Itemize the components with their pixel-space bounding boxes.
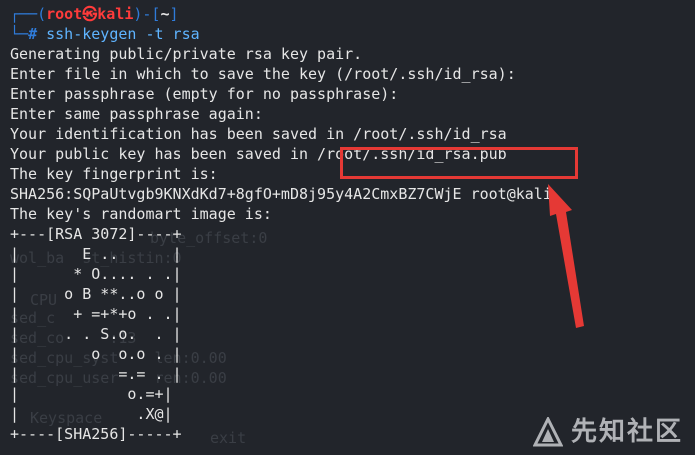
prompt-frame-top: ┌──( (10, 5, 47, 23)
output-line: The key's randomart image is: (10, 205, 272, 223)
output-line-fingerprint: SHA256:SQPaUtvgb9KNXdKd7+8gfO+mD8j95y4A2… (10, 185, 552, 203)
watermark-text: 先知社区 (570, 417, 683, 447)
prompt-line-top: ┌──(root㉿kali)-[~] (10, 4, 695, 24)
randomart-line: | o B **..o o | (10, 285, 182, 303)
output-line: Enter passphrase (empty for no passphras… (10, 85, 399, 103)
output-line: Enter same passphrase again: (10, 105, 263, 123)
randomart-line: | o.=+| (10, 385, 173, 403)
randomart-line: | o o.o . | (10, 345, 182, 363)
randomart-line: | * O.... . .| (10, 265, 182, 283)
randomart-line: | E .. | (10, 245, 182, 263)
output-line: Your identification has been saved in /r… (10, 125, 507, 143)
output-line: Generating public/private rsa key pair. (10, 45, 363, 63)
annotation-highlight-box (340, 147, 578, 179)
terminal-content: ┌──(root㉿kali)-[~] └─# ssh-keygen -t rsa… (0, 0, 695, 444)
prompt-frame-bottom: └─ (10, 25, 29, 43)
prompt-line-command: └─# ssh-keygen -t rsa (10, 24, 695, 44)
randomart-line: | + =+*+o . .| (10, 305, 182, 323)
randomart-line: | =.= . | (10, 365, 182, 383)
randomart-line: | . . S.o. . | (10, 325, 182, 343)
randomart-line: +---[RSA 3072]----+ (10, 225, 182, 243)
command-text: ssh-keygen -t rsa (46, 25, 200, 43)
xianzhi-logo-icon (532, 417, 563, 447)
output-line: Enter file in which to save the key (/ro… (10, 65, 516, 83)
prompt-frame-right: ] (169, 5, 179, 23)
prompt-path: ~ (160, 5, 170, 23)
prompt-hash: # (28, 25, 38, 43)
terminal-window[interactable]: byte_offset:0 wol_ba st_histin:0 CPU sed… (0, 0, 695, 455)
prompt-frame-mid: )-[ (133, 5, 161, 23)
watermark: 先知社区 (532, 417, 683, 447)
prompt-user-host: root㉿kali (46, 5, 134, 23)
